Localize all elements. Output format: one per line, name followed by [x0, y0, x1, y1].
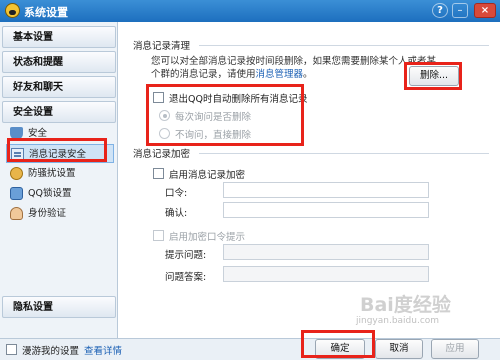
user-icon	[10, 207, 23, 220]
hint-answer-label: 问题答案:	[165, 272, 207, 283]
enable-password-hint-checkbox[interactable]	[153, 230, 164, 241]
close-button[interactable]: ×	[474, 3, 496, 18]
sidebar-item-identity-verification[interactable]: 身份验证	[6, 204, 114, 223]
encrypt-section-title: 消息记录加密	[133, 149, 191, 160]
cleanup-description-end: 。	[303, 69, 313, 80]
sidebar-category-status[interactable]: 状态和提醒	[2, 51, 116, 73]
sidebar-item-label: 安全	[28, 128, 48, 139]
sidebar-category-friends-chat[interactable]: 好友和聊天	[2, 76, 116, 98]
cleanup-description: 您可以对全部消息记录按时间段删除，如果您需要删除某个人或者某个群的消息记录，请使…	[151, 55, 441, 81]
confirm-password-label: 确认:	[165, 208, 188, 219]
enable-encryption-checkbox[interactable]	[153, 168, 164, 179]
sidebar-category-privacy[interactable]: 隐私设置	[2, 296, 116, 318]
enable-password-hint-label: 启用加密口令提示	[169, 232, 246, 243]
ok-button[interactable]: 确定	[315, 339, 365, 359]
delete-directly-radio[interactable]	[159, 128, 170, 139]
cleanup-section-title: 消息记录清理	[133, 41, 191, 52]
sidebar-category-basic[interactable]: 基本设置	[2, 26, 116, 48]
shield-icon	[10, 127, 23, 140]
cancel-button[interactable]: 取消	[375, 339, 423, 359]
sidebar-item-label: 消息记录安全	[29, 149, 87, 160]
sidebar-item-qq-lock[interactable]: QQ锁设置	[6, 184, 114, 203]
help-button[interactable]: ?	[432, 3, 448, 18]
sidebar-item-label: 身份验证	[28, 208, 67, 219]
enable-encryption-label: 启用消息记录加密	[169, 170, 246, 181]
baidu-watermark: Bai度经验	[360, 294, 451, 316]
sidebar-category-security[interactable]: 安全设置	[2, 101, 116, 123]
view-details-link[interactable]: 查看详情	[84, 343, 122, 357]
minimize-button[interactable]: –	[452, 3, 468, 18]
password-input[interactable]	[223, 182, 429, 198]
message-manager-link[interactable]: 消息管理器	[256, 69, 304, 80]
password-label: 口令:	[165, 188, 188, 199]
sidebar-item-message-record-security[interactable]: 消息记录安全	[6, 144, 114, 163]
sidebar-item-anti-harassment[interactable]: 防骚扰设置	[6, 164, 114, 183]
ask-before-delete-label: 每次询问是否删除	[175, 112, 252, 123]
anti-harassment-icon	[10, 167, 23, 180]
settings-footer: 漫游我的设置 查看详情 确定 取消 应用	[0, 338, 500, 360]
apply-button[interactable]: 应用	[431, 339, 479, 359]
confirm-password-input[interactable]	[223, 202, 429, 218]
delete-button[interactable]: 删除...	[409, 66, 459, 86]
roaming-settings-label: 漫游我的设置	[22, 346, 80, 357]
title-bar: 系统设置 ? – ×	[0, 0, 500, 22]
qq-penguin-icon	[5, 3, 20, 18]
sidebar-item-label: 防骚扰设置	[28, 168, 76, 179]
window-title: 系统设置	[24, 6, 68, 19]
section-divider	[199, 45, 489, 46]
auto-delete-label: 退出QQ时自动删除所有消息记录	[169, 94, 308, 105]
hint-question-input[interactable]	[223, 244, 429, 260]
settings-sidebar: 基本设置 状态和提醒 好友和聊天 安全设置 安全 消息记录安全 防骚扰设置 QQ…	[0, 22, 118, 338]
delete-directly-label: 不询问，直接删除	[175, 130, 252, 141]
ask-before-delete-radio[interactable]	[159, 110, 170, 121]
lock-icon	[10, 187, 23, 200]
auto-delete-checkbox[interactable]	[153, 92, 164, 103]
hint-answer-input[interactable]	[223, 266, 429, 282]
roaming-settings-checkbox[interactable]	[6, 344, 17, 355]
section-divider	[199, 153, 489, 154]
message-record-icon	[11, 148, 24, 161]
baidu-watermark-url: jingyan.baidu.com	[356, 316, 440, 326]
sidebar-item-label: QQ锁设置	[28, 188, 72, 199]
sidebar-item-security[interactable]: 安全	[6, 124, 114, 143]
hint-question-label: 提示问题:	[165, 250, 207, 261]
